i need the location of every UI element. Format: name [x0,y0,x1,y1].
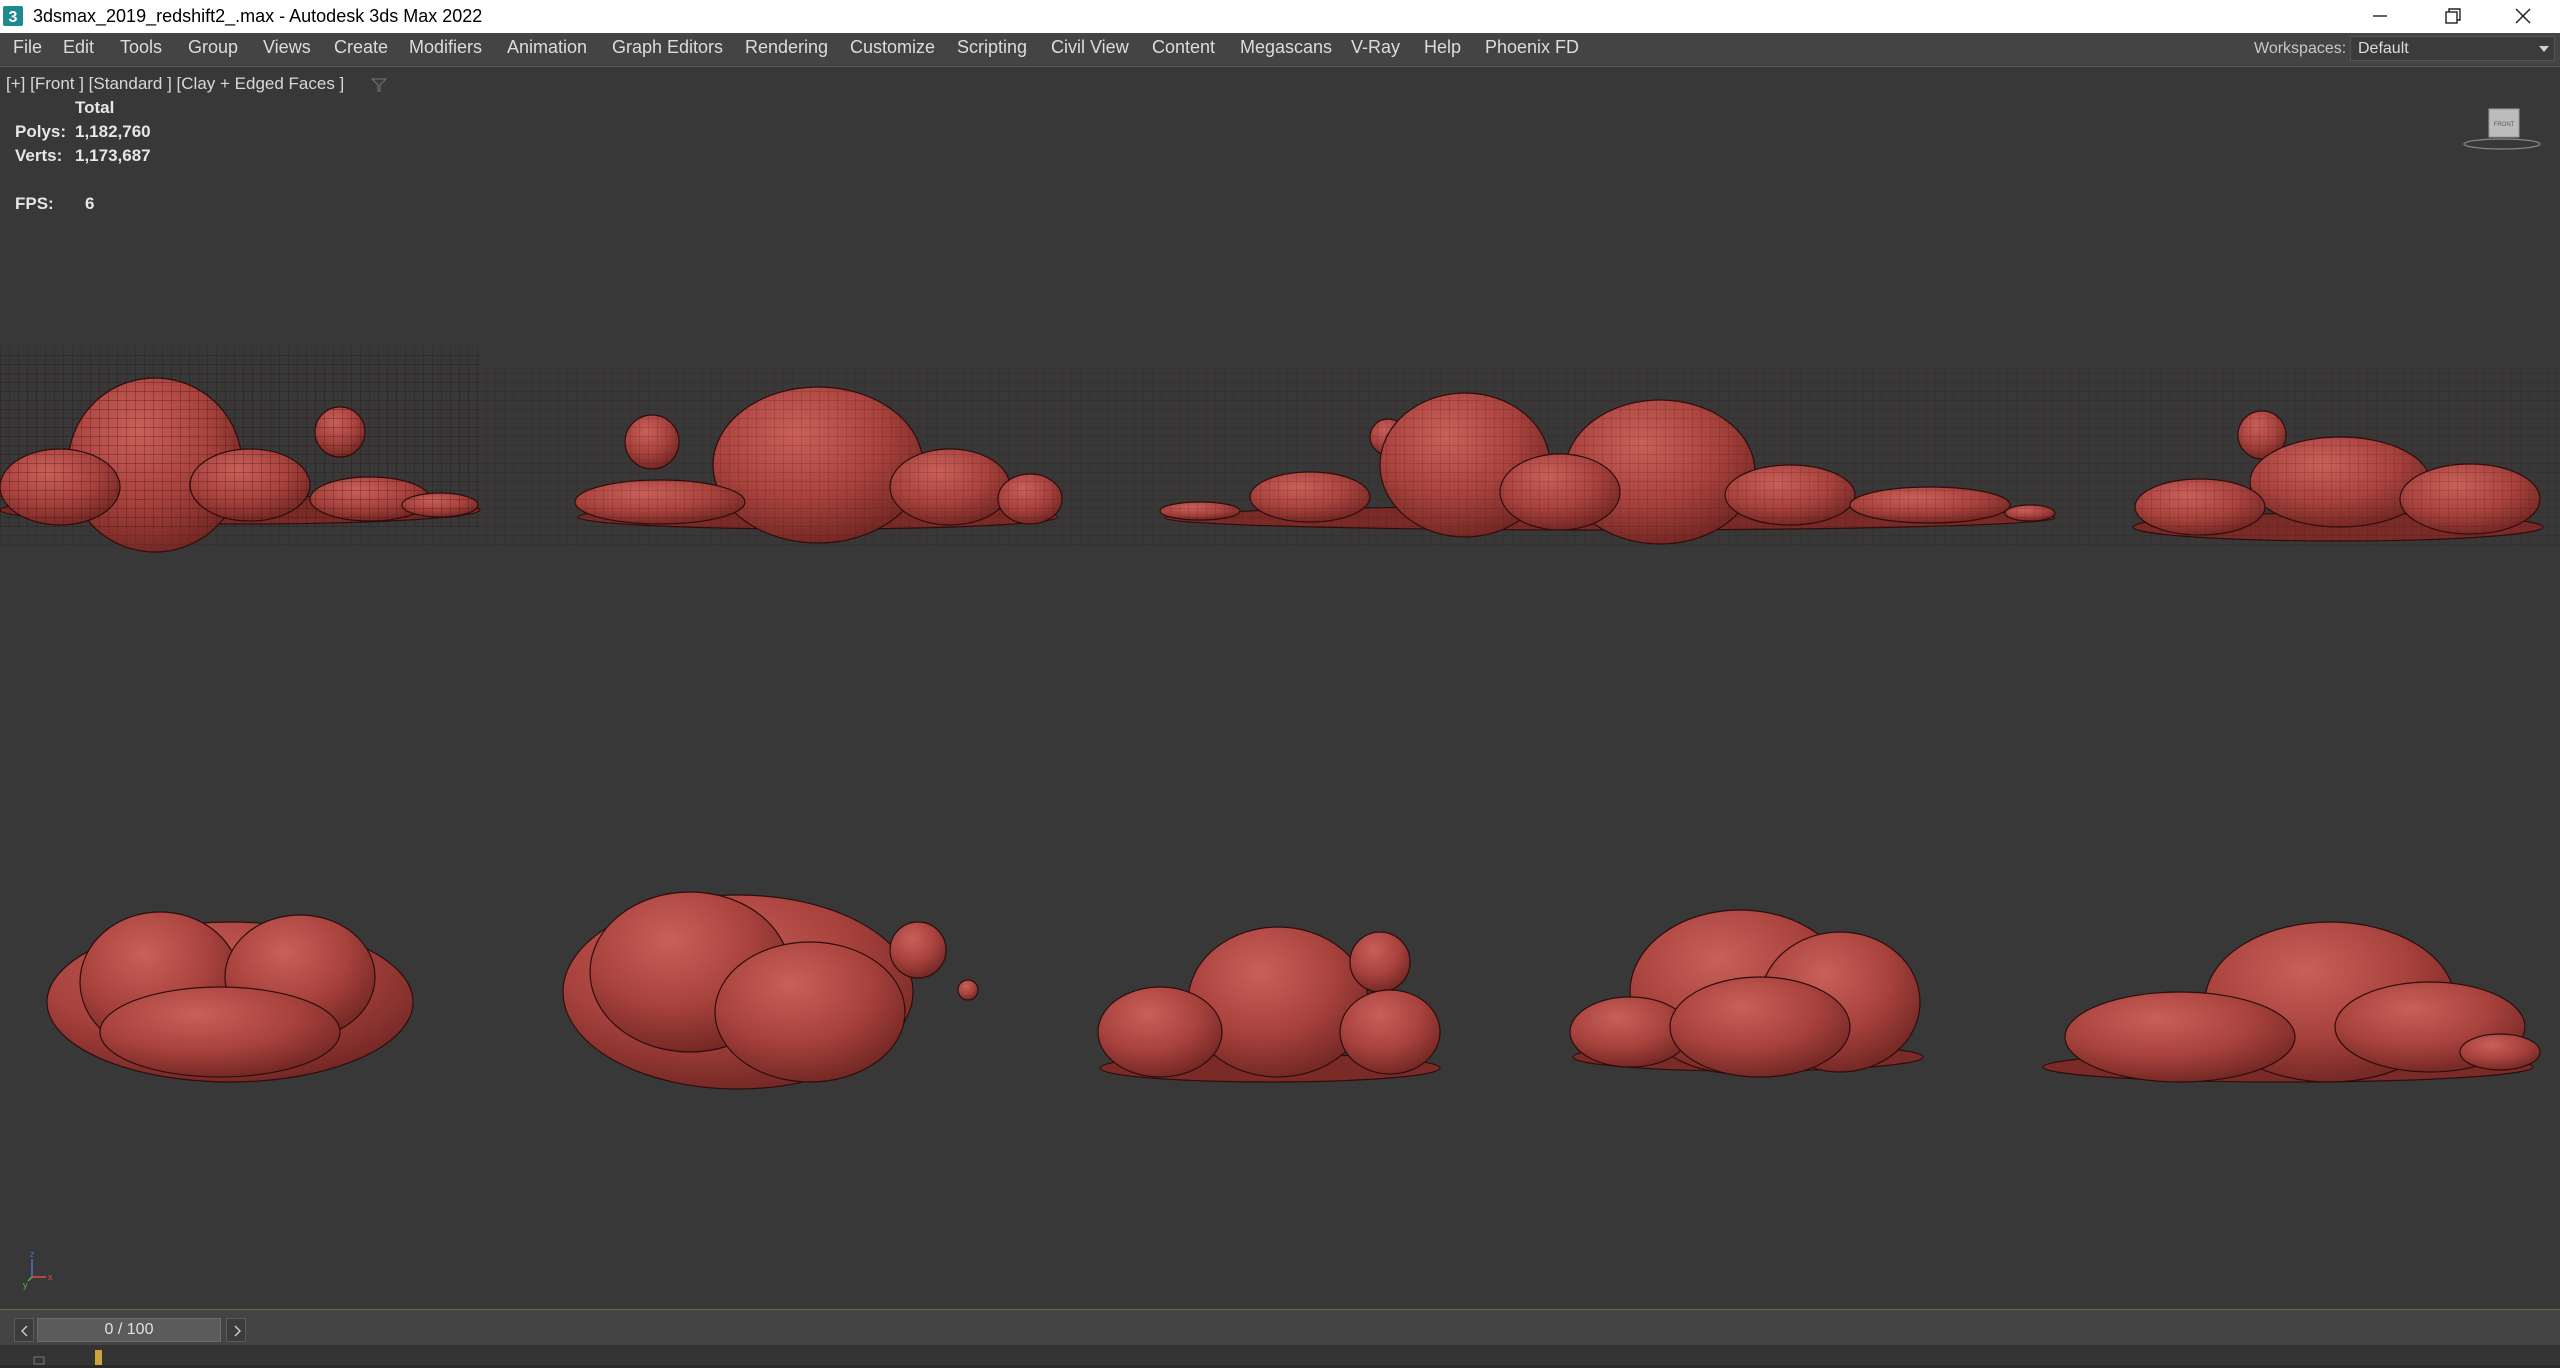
menu-group[interactable]: Group [188,37,238,58]
menu-file[interactable]: File [13,37,42,58]
menu-civil-view[interactable]: Civil View [1051,37,1129,58]
menu-edit[interactable]: Edit [63,37,94,58]
axis-x-label: x [48,1272,53,1282]
cloud-mesh-4[interactable] [2132,410,2544,542]
workspaces-label: Workspaces: [2254,40,2347,57]
track-bar[interactable] [0,1345,2560,1368]
cloud-mesh-2[interactable] [574,386,1063,544]
close-button[interactable] [2488,0,2558,33]
3dsmax-app-icon[interactable]: 3 [2,5,24,27]
axis-y-label: y [23,1280,28,1290]
chevron-down-icon [2539,46,2549,52]
front-viewport[interactable]: [+] [Front ] [Standard ] [Clay + Edged F… [0,66,2560,1309]
menu-graph-editors[interactable]: Graph Editors [612,37,723,58]
menu-bar: File Edit Tools Group Views Create Modif… [0,33,2560,65]
previous-frame-button[interactable] [14,1318,34,1342]
minimize-button[interactable] [2345,0,2415,33]
menu-animation[interactable]: Animation [507,37,587,58]
menu-tools[interactable]: Tools [120,37,162,58]
cloud-mesh-1[interactable] [0,347,481,553]
menu-megascans[interactable]: Megascans [1240,37,1332,58]
cloud-mesh-7[interactable] [1097,926,1441,1083]
menu-vray[interactable]: V-Ray [1351,37,1400,58]
axis-z-label: z [30,1249,35,1259]
close-icon [2515,8,2531,24]
title-bar: 3 3dsmax_2019_redshift2_.max - Autodesk … [0,0,2560,33]
time-slider-thumb[interactable]: 0 / 100 [37,1318,221,1342]
menu-views[interactable]: Views [263,37,311,58]
restore-button[interactable] [2418,0,2488,33]
time-slider: 0 / 100 [0,1309,2560,1345]
menu-create[interactable]: Create [334,37,388,58]
cloud-meshes [0,67,2560,1090]
workspaces-value: Default [2358,40,2409,57]
menu-modifiers[interactable]: Modifiers [409,37,482,58]
window-title: 3dsmax_2019_redshift2_.max - Autodesk 3d… [33,6,483,26]
restore-icon [2445,8,2461,24]
cloud-mesh-9[interactable] [2042,921,2541,1083]
axis-tripod: z y x [23,1249,53,1290]
cloud-mesh-6[interactable] [562,891,979,1090]
menu-help[interactable]: Help [1424,37,1461,58]
menu-content[interactable]: Content [1152,37,1215,58]
menu-customize[interactable]: Customize [850,37,935,58]
chevron-right-icon [234,1325,241,1337]
cloud-mesh-3[interactable] [1159,392,2056,545]
cloud-mesh-5[interactable] [46,911,414,1083]
chevron-left-icon [21,1325,28,1337]
minimize-icon [2373,15,2387,17]
menu-phoenix-fd[interactable]: Phoenix FD [1485,37,1579,58]
workspaces-dropdown[interactable]: Default [2350,36,2555,61]
cloud-mesh-8[interactable] [1569,909,1924,1078]
svg-text:3: 3 [9,9,18,26]
menu-scripting[interactable]: Scripting [957,37,1027,58]
current-frame-marker[interactable] [95,1350,102,1366]
next-frame-button[interactable] [226,1318,246,1342]
menu-rendering[interactable]: Rendering [745,37,828,58]
